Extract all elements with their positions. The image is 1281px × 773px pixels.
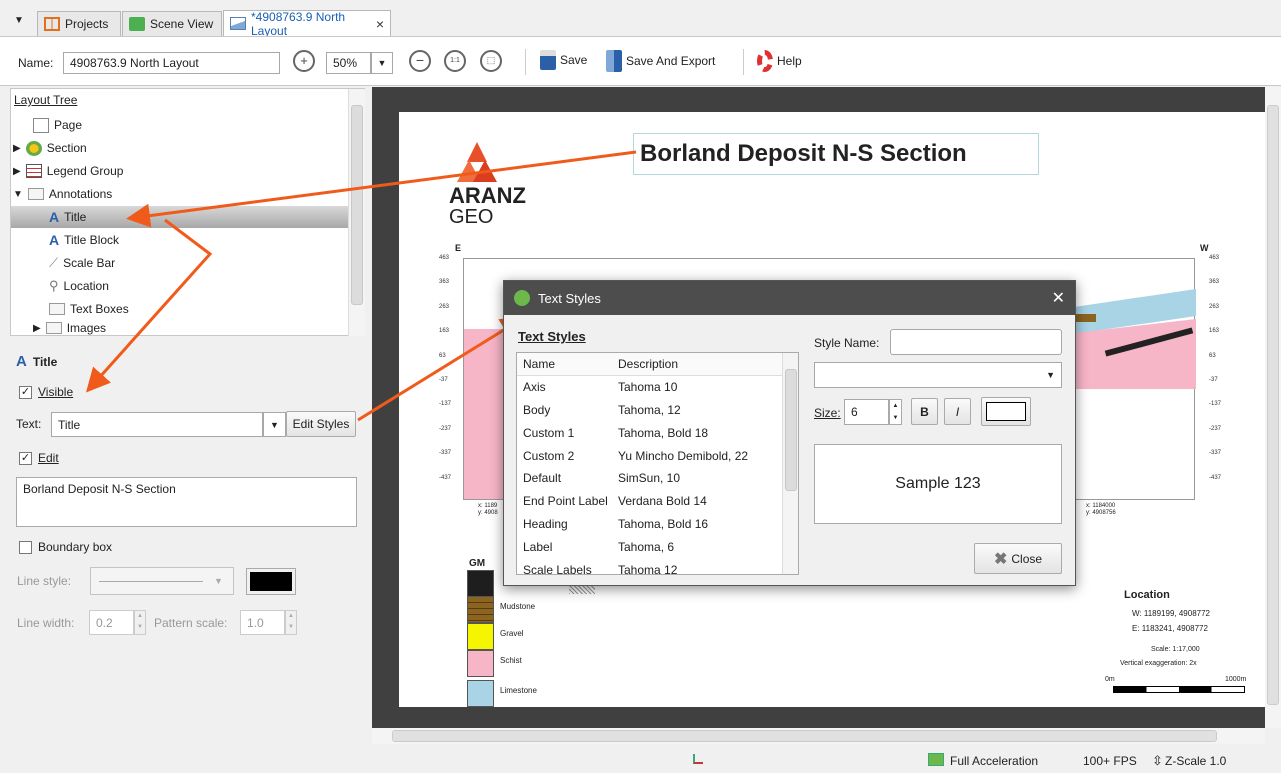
style-row[interactable]: Custom 1 Tahoma, Bold 18 xyxy=(517,421,798,444)
z-scale-icon: ⇳ xyxy=(1152,753,1163,768)
style-row-name: Heading xyxy=(523,516,568,531)
style-name-label: Style Name: xyxy=(814,336,880,350)
chevron-down-icon: ▼ xyxy=(1046,370,1055,380)
sample-preview: Sample 123 xyxy=(814,444,1062,524)
style-row-description: SimSun, 10 xyxy=(618,471,681,486)
close-button[interactable]: ✖ Close xyxy=(974,543,1062,574)
arrow-tree-to-visible xyxy=(85,218,213,393)
style-row-name: Custom 1 xyxy=(523,425,575,440)
style-row[interactable]: Default SimSun, 10 xyxy=(517,467,798,490)
style-row[interactable]: Scale Labels Tahoma 12 xyxy=(517,558,798,575)
style-row-description: Tahoma, Bold 18 xyxy=(618,425,709,440)
status-bar: Full Acceleration 100+ FPS ⇳ Z-Scale 1.0 xyxy=(0,748,1281,773)
text-styles-dialog: Text Styles ✕ Text Styles Name Descripti… xyxy=(503,280,1076,586)
arrow-title-to-tree xyxy=(126,150,637,228)
list-scrollbar[interactable] xyxy=(782,353,798,574)
style-row[interactable]: Axis Tahoma 10 xyxy=(517,376,798,399)
fps-status: 100+ FPS xyxy=(1083,754,1137,768)
bold-button[interactable]: B xyxy=(911,398,938,425)
style-row-name: Scale Labels xyxy=(523,562,592,575)
stepper-icon[interactable]: ▲ ▼ xyxy=(889,399,902,425)
style-row-name: Custom 2 xyxy=(523,448,575,463)
column-name[interactable]: Name xyxy=(517,357,618,371)
style-row-name: Axis xyxy=(523,380,546,395)
app-logo-icon xyxy=(514,290,530,306)
style-row[interactable]: Heading Tahoma, Bold 16 xyxy=(517,513,798,536)
z-scale-status[interactable]: Z-Scale 1.0 xyxy=(1165,754,1226,768)
style-row-description: Verdana Bold 14 xyxy=(618,494,707,509)
dialog-titlebar[interactable]: Text Styles ✕ xyxy=(504,281,1075,315)
axis-icon xyxy=(693,754,703,764)
color-swatch-button[interactable] xyxy=(981,397,1031,426)
style-name-input[interactable] xyxy=(890,329,1062,355)
acceleration-status: Full Acceleration xyxy=(950,754,1039,768)
style-row-description: Tahoma, Bold 16 xyxy=(618,516,709,531)
style-row-description: Tahoma, 12 xyxy=(618,402,681,417)
dialog-title: Text Styles xyxy=(538,290,601,306)
size-input[interactable]: 6 xyxy=(844,399,889,425)
list-scrollbar-thumb[interactable] xyxy=(785,369,797,491)
style-row-name: Default xyxy=(523,471,562,486)
style-row-name: Body xyxy=(523,402,551,417)
font-select[interactable]: ▼ xyxy=(814,362,1062,388)
style-row-description: Tahoma 12 xyxy=(618,562,678,575)
style-rows: Axis Tahoma 10 Body Tahoma, 12 Custom 1 Tahom… xyxy=(517,376,798,575)
style-row[interactable]: Body Tahoma, 12 xyxy=(517,399,798,422)
style-row-description: Tahoma 10 xyxy=(618,380,678,395)
style-row[interactable]: Custom 2 Yu Mincho Demibold, 22 xyxy=(517,444,798,467)
italic-button[interactable]: I xyxy=(944,398,971,425)
monitor-icon xyxy=(928,753,944,766)
text-styles-heading: Text Styles xyxy=(518,329,586,344)
style-row[interactable]: End Point Label Verdana Bold 14 xyxy=(517,490,798,513)
style-row-description: Tahoma, 6 xyxy=(618,539,675,554)
close-icon[interactable]: ✕ xyxy=(1052,288,1065,308)
arrow-edit-styles-to-dialog xyxy=(357,316,526,422)
style-row-name: Label xyxy=(523,539,553,554)
style-row[interactable]: Label Tahoma, 6 xyxy=(517,535,798,558)
styles-list[interactable]: Name Description Axis Tahoma 10 Body Tahoma… xyxy=(516,352,799,575)
column-description[interactable]: Description xyxy=(618,357,678,371)
close-label: Close xyxy=(1011,551,1043,566)
size-label: Size: xyxy=(814,406,841,420)
style-row-name: End Point Label xyxy=(523,494,608,509)
list-header: Name Description xyxy=(517,353,798,376)
style-row-description: Yu Mincho Demibold, 22 xyxy=(618,448,749,463)
close-x-icon: ✖ xyxy=(993,550,1008,568)
